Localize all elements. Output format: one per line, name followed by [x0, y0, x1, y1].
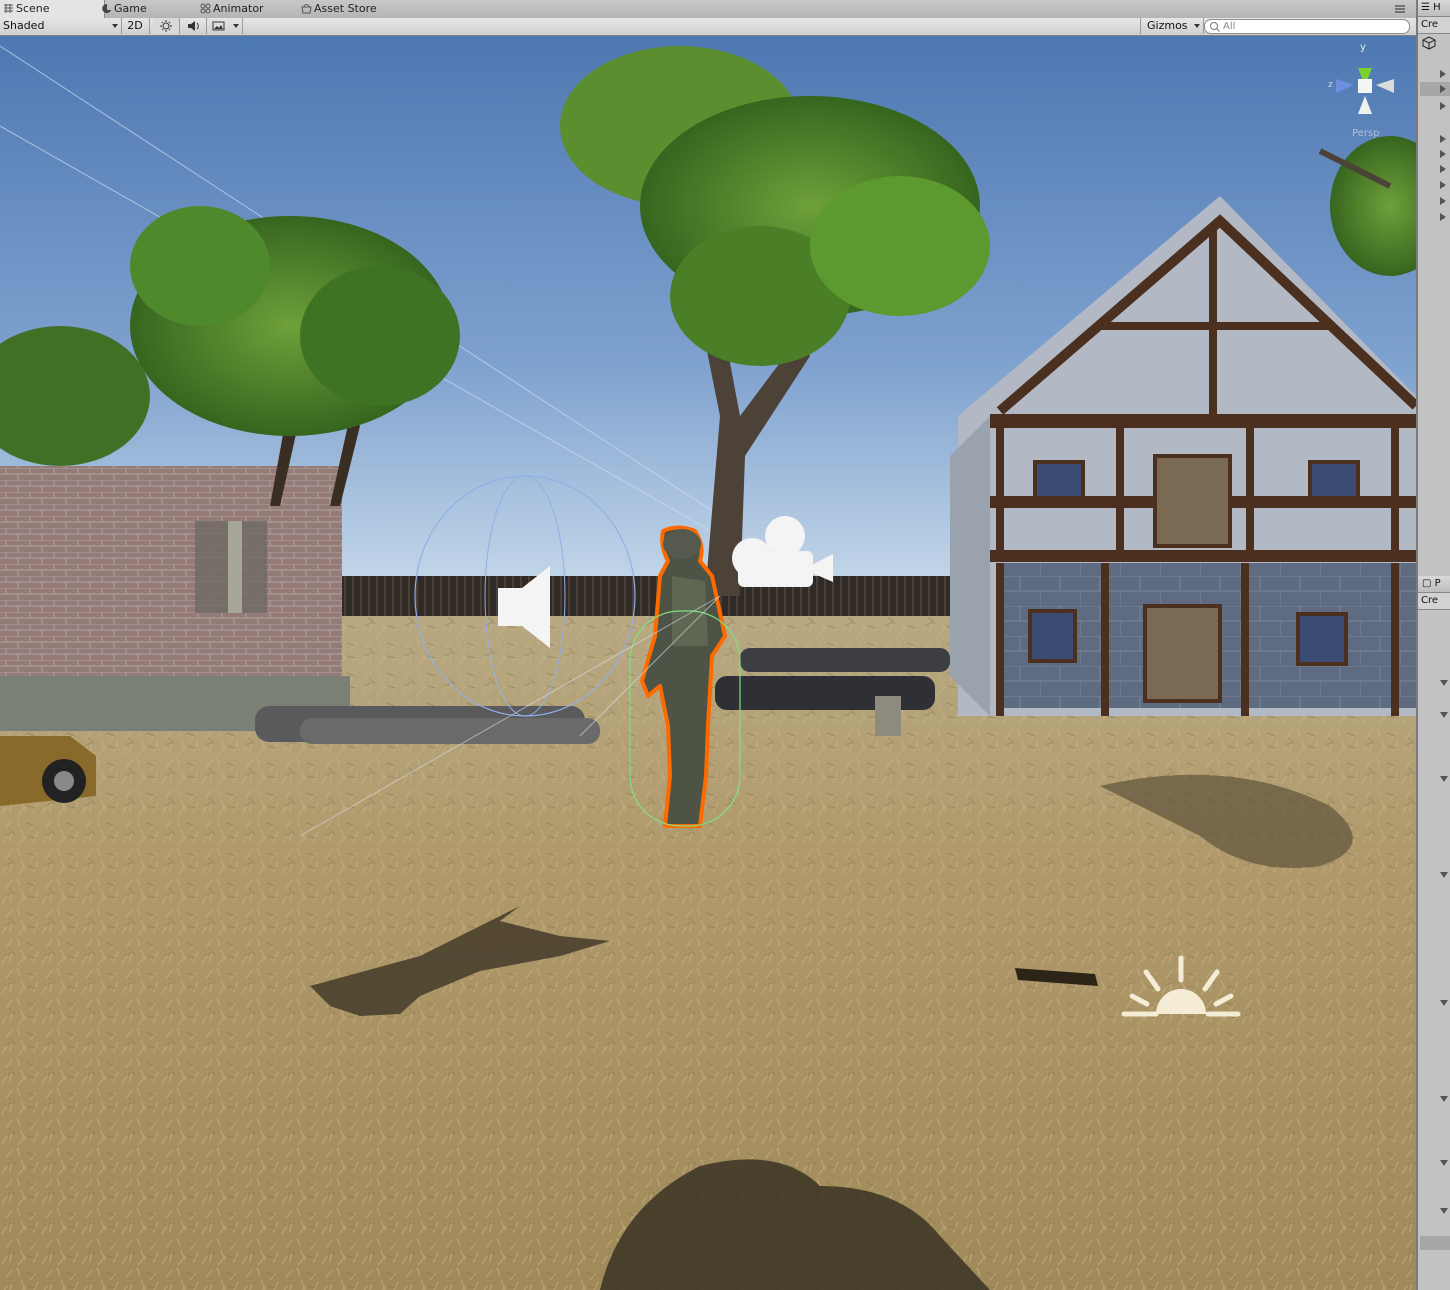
create-label: Cre [1421, 595, 1439, 606]
animator-icon [200, 3, 211, 14]
collapse-arrow-icon[interactable] [1440, 712, 1448, 718]
chevron-down-icon [1194, 24, 1200, 28]
tab-animator[interactable]: Animator [197, 0, 305, 18]
2d-label: 2D [127, 19, 143, 32]
scene-toolbar: Shaded 2D Gizmos All [0, 18, 1416, 36]
chevron-down-icon [233, 24, 239, 28]
expand-arrow-icon[interactable] [1440, 150, 1446, 158]
tab-label: Animator [213, 2, 264, 15]
scene-hierarchy-icon [1421, 36, 1437, 50]
tab-label: Asset Store [314, 2, 377, 15]
scene-render [0, 36, 1416, 1290]
editor-tab-bar: Scene Game Animator Asset Store [0, 0, 1416, 19]
axis-y-label: y [1360, 42, 1366, 53]
draw-mode-dropdown[interactable]: Shaded [0, 18, 122, 34]
collapse-arrow-icon[interactable] [1440, 1096, 1448, 1102]
expand-arrow-icon[interactable] [1440, 197, 1446, 205]
expand-arrow-icon[interactable] [1440, 102, 1446, 110]
collapse-arrow-icon[interactable] [1440, 1208, 1448, 1214]
expand-arrow-icon[interactable] [1440, 165, 1446, 173]
2d-toggle[interactable]: 2D [121, 18, 150, 34]
expand-arrow-icon[interactable] [1440, 135, 1446, 143]
speaker-icon [188, 21, 199, 31]
axis-z-label: z [1328, 80, 1333, 90]
effects-dropdown[interactable] [208, 18, 243, 34]
right-dock: ☰ H Cre ▢ P Cre [1416, 0, 1450, 1290]
search-icon [1210, 22, 1220, 32]
expand-arrow-icon[interactable] [1440, 85, 1446, 93]
collapse-arrow-icon[interactable] [1440, 1160, 1448, 1166]
chevron-down-icon [112, 24, 118, 28]
car [0, 736, 96, 806]
collapse-arrow-icon[interactable] [1440, 872, 1448, 878]
scene-search-input[interactable]: All [1204, 19, 1410, 34]
collapse-arrow-icon[interactable] [1440, 1000, 1448, 1006]
tab-label: Game [114, 2, 147, 15]
lighting-toggle[interactable] [153, 18, 180, 34]
hierarchy-panel-header[interactable]: ☰ H [1418, 0, 1450, 17]
asset-store-icon [301, 4, 312, 14]
tab-scene[interactable]: Scene [0, 0, 105, 18]
collapse-arrow-icon[interactable] [1440, 776, 1448, 782]
tab-asset-store[interactable]: Asset Store [298, 0, 424, 18]
gizmos-label: Gizmos [1147, 19, 1188, 32]
tab-menu-icon[interactable] [1394, 4, 1406, 14]
gizmos-dropdown[interactable]: Gizmos [1140, 18, 1204, 34]
expand-arrow-icon[interactable] [1440, 70, 1446, 78]
scene-viewport[interactable]: y z Persp [0, 36, 1416, 1290]
project-create-button[interactable]: Cre [1418, 593, 1450, 610]
image-icon [212, 21, 225, 31]
project-tab-label: P [1434, 578, 1441, 589]
hierarchy-create-button[interactable]: Cre [1418, 17, 1450, 34]
expand-arrow-icon[interactable] [1440, 213, 1446, 221]
tab-label: Scene [16, 2, 50, 15]
hierarchy-tab-label: H [1433, 2, 1441, 13]
sun-icon [160, 20, 172, 32]
perspective-label[interactable]: Persp [1352, 128, 1380, 139]
scene-icon [4, 4, 13, 13]
search-placeholder: All [1223, 21, 1236, 32]
expand-arrow-icon[interactable] [1440, 181, 1446, 189]
collapse-arrow-icon[interactable] [1440, 680, 1448, 686]
tab-game[interactable]: Game [98, 0, 204, 18]
selected-project-row[interactable] [1420, 1236, 1450, 1250]
draw-mode-label: Shaded [3, 19, 45, 32]
game-icon [102, 3, 111, 13]
project-panel-header[interactable]: ▢ P [1418, 576, 1450, 593]
audio-toggle[interactable] [180, 18, 207, 34]
create-label: Cre [1421, 19, 1439, 30]
